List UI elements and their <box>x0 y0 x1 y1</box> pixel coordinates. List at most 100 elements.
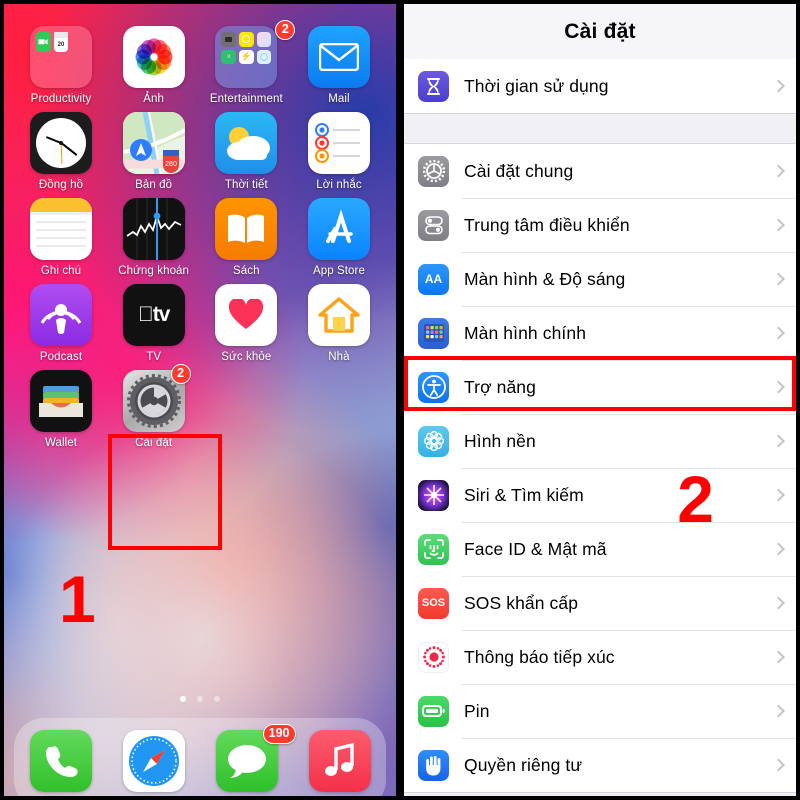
iphone-home-screen-panel: 20 Productivity Ảnh 2 ıl ⚡ Entertainment… <box>0 0 400 800</box>
app-wallet[interactable]: Wallet <box>18 370 104 449</box>
page-dots <box>4 696 396 702</box>
dock-app-phone[interactable] <box>18 730 104 792</box>
settings-row-general[interactable]: Cài đặt chung <box>404 144 796 198</box>
face-id-icon <box>418 533 449 565</box>
app-weather[interactable]: Thời tiết <box>203 112 289 191</box>
folder-entertainment-icon: ıl ⚡ <box>215 26 278 88</box>
settings-row-screen-time[interactable]: Thời gian sử dụng <box>404 59 796 113</box>
settings-group-separator <box>404 113 796 144</box>
app-home[interactable]: Nhà <box>296 284 382 363</box>
settings-row-label: Siri & Tìm kiếm <box>464 484 584 505</box>
wallpaper-icon <box>418 425 449 457</box>
settings-row-label: Pin <box>464 700 490 721</box>
books-icon <box>215 198 278 260</box>
chevron-right-icon <box>772 650 785 664</box>
settings-group-one: Thời gian sử dụng <box>404 59 796 113</box>
privacy-hand-icon <box>418 749 449 781</box>
app-photos[interactable]: Ảnh <box>111 26 197 105</box>
app-label: Sách <box>233 265 260 277</box>
display-brightness-icon: AA <box>418 263 449 295</box>
app-mini-icon: ıl <box>221 49 236 65</box>
dock-app-messages[interactable]: 190 <box>204 724 296 792</box>
settings-row-label: Màn hình & Độ sáng <box>464 268 626 289</box>
page-dot[interactable] <box>180 696 186 702</box>
phone-icon <box>29 730 92 792</box>
app-row: Ghi chú Chứng khoán Sách App Store <box>18 198 382 277</box>
app-label: TV <box>146 351 162 363</box>
facetime-mini-icon <box>36 32 51 52</box>
app-store-icon <box>307 198 370 260</box>
app-mini-icon <box>256 49 272 65</box>
app-podcasts[interactable]: Podcast <box>18 284 104 363</box>
settings-row-siri-search[interactable]: Siri & Tìm kiếm <box>404 468 796 522</box>
notes-icon <box>30 198 92 260</box>
chevron-right-icon <box>772 434 785 448</box>
sun-cloud-glyph <box>227 127 271 160</box>
siri-icon <box>418 479 449 511</box>
app-label: Ảnh <box>143 93 165 105</box>
podcasts-icon <box>30 284 92 346</box>
step-number-2: 2 <box>677 462 714 536</box>
app-books[interactable]: Sách <box>203 198 289 277</box>
chevron-right-icon <box>772 488 785 502</box>
settings-row-home-screen[interactable]: Màn hình chính <box>404 306 796 360</box>
settings-row-exposure-notifications[interactable]: Thông báo tiếp xúc <box>404 630 796 684</box>
mail-icon <box>307 26 370 88</box>
battery-glyph <box>421 705 445 717</box>
control-center-icon <box>418 209 449 241</box>
app-icon-grid: 20 Productivity Ảnh 2 ıl ⚡ Entertainment… <box>4 20 396 456</box>
weather-icon <box>215 112 278 174</box>
settings-row-emergency-sos[interactable]: SOS SOS khẩn cấp <box>404 576 796 630</box>
settings-panel: Cài đặt Thời gian sử dụng Cài đặt chung … <box>400 0 800 800</box>
settings-row-control-center[interactable]: Trung tâm điều khiển <box>404 198 796 252</box>
chevron-right-icon <box>772 218 785 232</box>
app-health[interactable]: Sức khỏe <box>203 284 289 363</box>
app-label: App Store <box>312 265 365 277</box>
battery-icon <box>418 695 449 727</box>
app-entertainment-folder[interactable]: 2 ıl ⚡ Entertainment <box>203 20 296 105</box>
dock-app-music[interactable] <box>297 730 383 792</box>
settings-row-accessibility[interactable]: Trợ năng <box>404 360 796 414</box>
app-productivity-folder[interactable]: 20 Productivity <box>18 26 104 105</box>
app-label: Mail <box>328 93 350 105</box>
chevron-right-icon <box>772 79 785 93</box>
app-app-store[interactable]: App Store <box>296 198 382 277</box>
app-notes[interactable]: Ghi chú <box>18 198 104 277</box>
maps-icon: 280 <box>122 112 185 174</box>
badge-count: 2 <box>275 20 296 40</box>
settings-row-display-brightness[interactable]: AA Màn hình & Độ sáng <box>404 252 796 306</box>
settings-row-label: SOS khẩn cấp <box>464 592 579 613</box>
page-title: Cài đặt <box>564 19 636 43</box>
app-maps[interactable]: 280 Bản đồ <box>111 112 197 191</box>
step-number-1: 1 <box>59 562 96 636</box>
settings-row-battery[interactable]: Pin <box>404 684 796 738</box>
app-label: Thời tiết <box>224 179 268 191</box>
page-dot[interactable] <box>197 696 203 702</box>
chevron-right-icon <box>772 380 785 394</box>
page-dot[interactable] <box>214 696 220 702</box>
settings-row-wallpaper[interactable]: Hình nền <box>404 414 796 468</box>
app-clock[interactable]: Đồng hồ <box>18 112 104 191</box>
app-label: Lời nhắc <box>316 179 362 191</box>
dock-app-safari[interactable] <box>111 730 197 792</box>
safari-compass-icon <box>122 730 185 792</box>
radiating-dot-glyph <box>422 646 445 668</box>
clock-icon <box>30 112 92 174</box>
settings-row-label: Thông báo tiếp xúc <box>464 646 615 667</box>
app-empty-slot <box>296 370 382 449</box>
app-grid-glyph <box>423 324 444 342</box>
dock: 190 <box>14 718 386 796</box>
settings-row-face-id[interactable]: Face ID & Mật mã <box>404 522 796 576</box>
app-reminders[interactable]: Lời nhắc <box>296 112 382 191</box>
list-bottom-spacer <box>404 792 796 796</box>
settings-row-privacy[interactable]: Quyền riêng tư <box>404 738 796 792</box>
app-label: Wallet <box>44 437 78 449</box>
app-apple-tv[interactable]: tv TV <box>111 284 197 363</box>
settings-row-label: Trung tâm điều khiển <box>464 214 630 235</box>
app-store-a-glyph <box>325 210 353 243</box>
app-mail[interactable]: Mail <box>296 26 382 105</box>
settings-row-label: Màn hình chính <box>464 322 587 343</box>
app-stocks[interactable]: Chứng khoán <box>111 198 197 277</box>
accessibility-icon <box>418 371 449 403</box>
badge-count: 190 <box>262 724 296 744</box>
